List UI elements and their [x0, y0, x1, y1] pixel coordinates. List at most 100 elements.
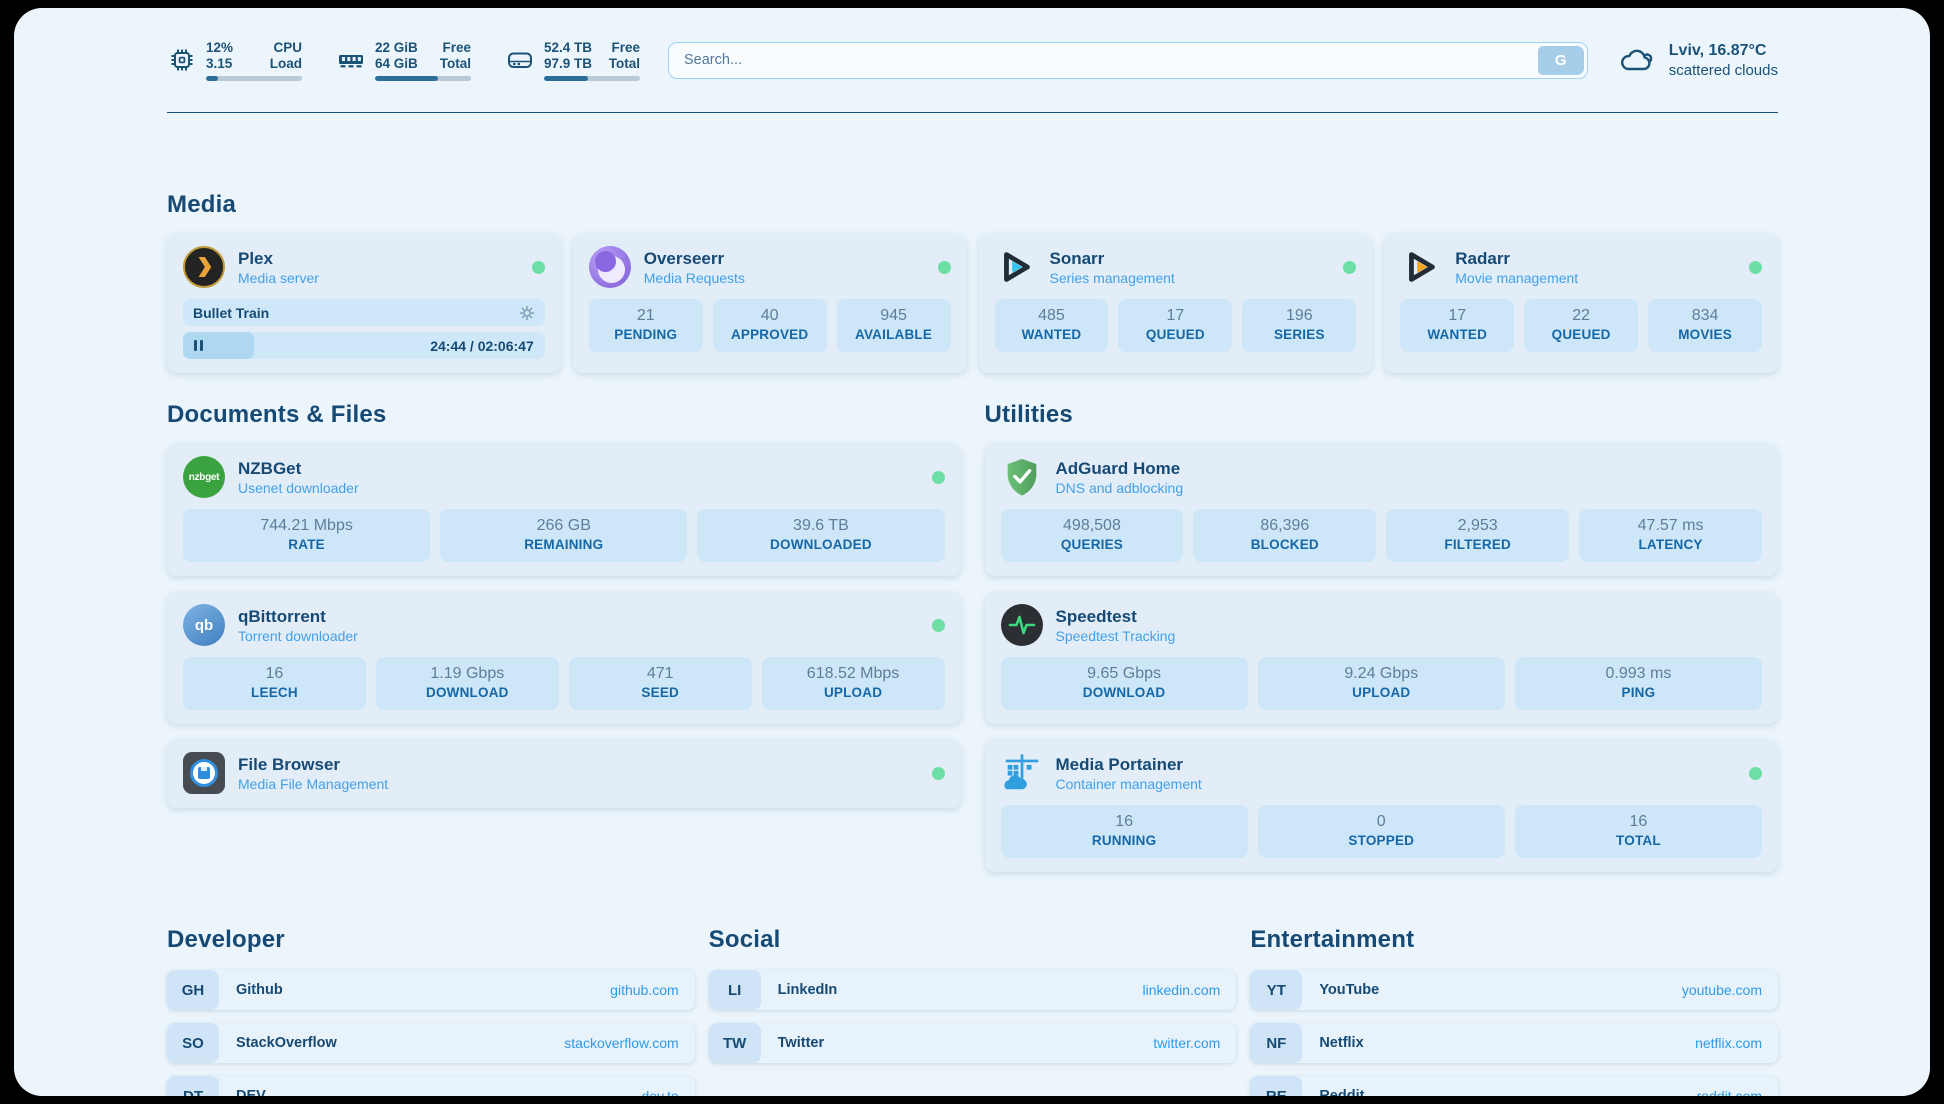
app-subtitle: Container management	[1056, 775, 1202, 793]
weather-condition: scattered clouds	[1669, 61, 1778, 80]
app-name: Radarr	[1455, 248, 1578, 269]
link-name: DEV	[236, 1088, 266, 1096]
link-dev[interactable]: DT DEV dev.to	[167, 1076, 695, 1096]
status-dot	[1749, 261, 1762, 274]
link-url[interactable]: linkedin.com	[1143, 982, 1237, 998]
app-subtitle: Torrent downloader	[238, 627, 358, 645]
qbittorrent-card[interactable]: qb qBittorrent Torrent downloader 16 LEE…	[167, 592, 961, 724]
link-stackoverflow[interactable]: SO StackOverflow stackoverflow.com	[167, 1023, 695, 1063]
disk-label-bottom: Total	[609, 56, 640, 72]
nzbget-icon-text: nzbget	[189, 472, 219, 483]
stat-label: QUEUED	[1120, 326, 1230, 344]
search-engine-button[interactable]: G	[1538, 46, 1584, 75]
filebrowser-card[interactable]: File Browser Media File Management	[167, 740, 961, 808]
stat-value: 17	[1120, 305, 1230, 326]
link-url[interactable]: youtube.com	[1682, 982, 1778, 998]
link-url[interactable]: twitter.com	[1153, 1035, 1236, 1051]
link-github[interactable]: GH Github github.com	[167, 970, 695, 1010]
stat-label: LEECH	[185, 684, 364, 702]
section-media: Media Plex Media server Bullet Train	[167, 191, 1778, 373]
disk-progress-bar	[544, 76, 640, 81]
section-developer: Developer GH Github github.com SO StackO…	[167, 926, 695, 1096]
app-subtitle: Usenet downloader	[238, 479, 359, 497]
section-entertainment: Entertainment YT YouTube youtube.com NF …	[1250, 926, 1778, 1096]
gear-icon[interactable]	[519, 305, 535, 321]
link-reddit[interactable]: RE Reddit reddit.com	[1250, 1076, 1778, 1096]
stat-value: 471	[571, 663, 750, 684]
cpu-label-bottom: Load	[270, 56, 302, 72]
qbittorrent-icon: qb	[183, 604, 225, 646]
speedtest-card[interactable]: Speedtest Speedtest Tracking 9.65 Gbps D…	[985, 592, 1779, 724]
search-input[interactable]	[668, 42, 1588, 79]
portainer-crane-icon	[1001, 752, 1043, 794]
stat-value: 47.57 ms	[1581, 515, 1760, 536]
stat-value: 0	[1260, 811, 1503, 832]
stat-value: 39.6 TB	[699, 515, 942, 536]
sonarr-card[interactable]: Sonarr Series management 485 WANTED 17 Q…	[979, 234, 1373, 373]
stat-tile: 471 SEED	[569, 657, 752, 710]
app-subtitle: Movie management	[1455, 269, 1578, 287]
cpu-widget: 12% 3.15 CPU Load	[167, 40, 302, 81]
plex-icon	[183, 246, 225, 288]
overseerr-card[interactable]: Overseerr Media Requests 21 PENDING 40 A…	[573, 234, 967, 373]
dashboard-page: 12% 3.15 CPU Load	[14, 8, 1930, 1096]
stat-tile: 266 GB REMAINING	[440, 509, 687, 562]
adguard-card[interactable]: AdGuard Home DNS and adblocking 498,508 …	[985, 444, 1779, 576]
stat-value: 0.993 ms	[1517, 663, 1760, 684]
app-name: Media Portainer	[1056, 754, 1202, 775]
stat-tile: 39.6 TB DOWNLOADED	[697, 509, 944, 562]
pause-icon[interactable]	[194, 340, 203, 351]
stat-tile: 2,953 FILTERED	[1386, 509, 1569, 562]
stat-value: 86,396	[1195, 515, 1374, 536]
link-linkedin[interactable]: LI LinkedIn linkedin.com	[709, 970, 1237, 1010]
stat-value: 485	[997, 305, 1107, 326]
nzbget-icon: nzbget	[183, 456, 225, 498]
link-name: Reddit	[1319, 1088, 1364, 1096]
disk-free-value: 52.4 TB	[544, 40, 592, 56]
app-name: Sonarr	[1050, 248, 1175, 269]
stat-value: 1.19 Gbps	[378, 663, 557, 684]
link-url[interactable]: stackoverflow.com	[564, 1035, 694, 1051]
link-url[interactable]: github.com	[610, 982, 694, 998]
app-name: Overseerr	[644, 248, 745, 269]
link-netflix[interactable]: NF Netflix netflix.com	[1250, 1023, 1778, 1063]
link-url[interactable]: netflix.com	[1695, 1035, 1778, 1051]
status-dot	[932, 471, 945, 484]
link-badge: SO	[167, 1023, 219, 1063]
link-url[interactable]: reddit.com	[1697, 1088, 1778, 1096]
status-dot	[1749, 767, 1762, 780]
portainer-card[interactable]: Media Portainer Container management 16 …	[985, 740, 1779, 872]
stat-value: 21	[591, 305, 701, 326]
app-name: Speedtest	[1056, 606, 1176, 627]
link-twitter[interactable]: TW Twitter twitter.com	[709, 1023, 1237, 1063]
memory-icon	[336, 45, 366, 75]
stat-label: TOTAL	[1517, 832, 1760, 850]
link-name: Github	[236, 982, 283, 998]
stat-label: MOVIES	[1650, 326, 1760, 344]
ram-label-top: Free	[440, 40, 471, 56]
ram-free-value: 22 GiB	[375, 40, 418, 56]
stat-label: UPLOAD	[1260, 684, 1503, 702]
stat-label: UPLOAD	[764, 684, 943, 702]
section-title-documents: Documents & Files	[167, 401, 961, 429]
stat-label: RUNNING	[1003, 832, 1246, 850]
link-youtube[interactable]: YT YouTube youtube.com	[1250, 970, 1778, 1010]
app-subtitle: DNS and adblocking	[1056, 479, 1184, 497]
status-dot	[532, 261, 545, 274]
ram-label-bottom: Total	[440, 56, 471, 72]
plex-card[interactable]: Plex Media server Bullet Train	[167, 234, 561, 373]
stat-tile: 834 MOVIES	[1648, 299, 1762, 352]
stat-tile: 16 TOTAL	[1515, 805, 1762, 858]
stat-tile: 9.24 Gbps UPLOAD	[1258, 657, 1505, 710]
adguard-shield-icon	[1001, 456, 1043, 498]
stat-label: PENDING	[591, 326, 701, 344]
playback-time: 24:44 / 02:06:47	[430, 338, 545, 354]
playback-progress-bar[interactable]: 24:44 / 02:06:47	[183, 332, 545, 359]
radarr-card[interactable]: Radarr Movie management 17 WANTED 22 QUE…	[1384, 234, 1778, 373]
link-url[interactable]: dev.to	[642, 1088, 695, 1096]
stat-label: APPROVED	[715, 326, 825, 344]
stat-tile: 196 SERIES	[1242, 299, 1356, 352]
status-dot	[932, 767, 945, 780]
status-dot	[1343, 261, 1356, 274]
nzbget-card[interactable]: nzbget NZBGet Usenet downloader 744.21 M…	[167, 444, 961, 576]
